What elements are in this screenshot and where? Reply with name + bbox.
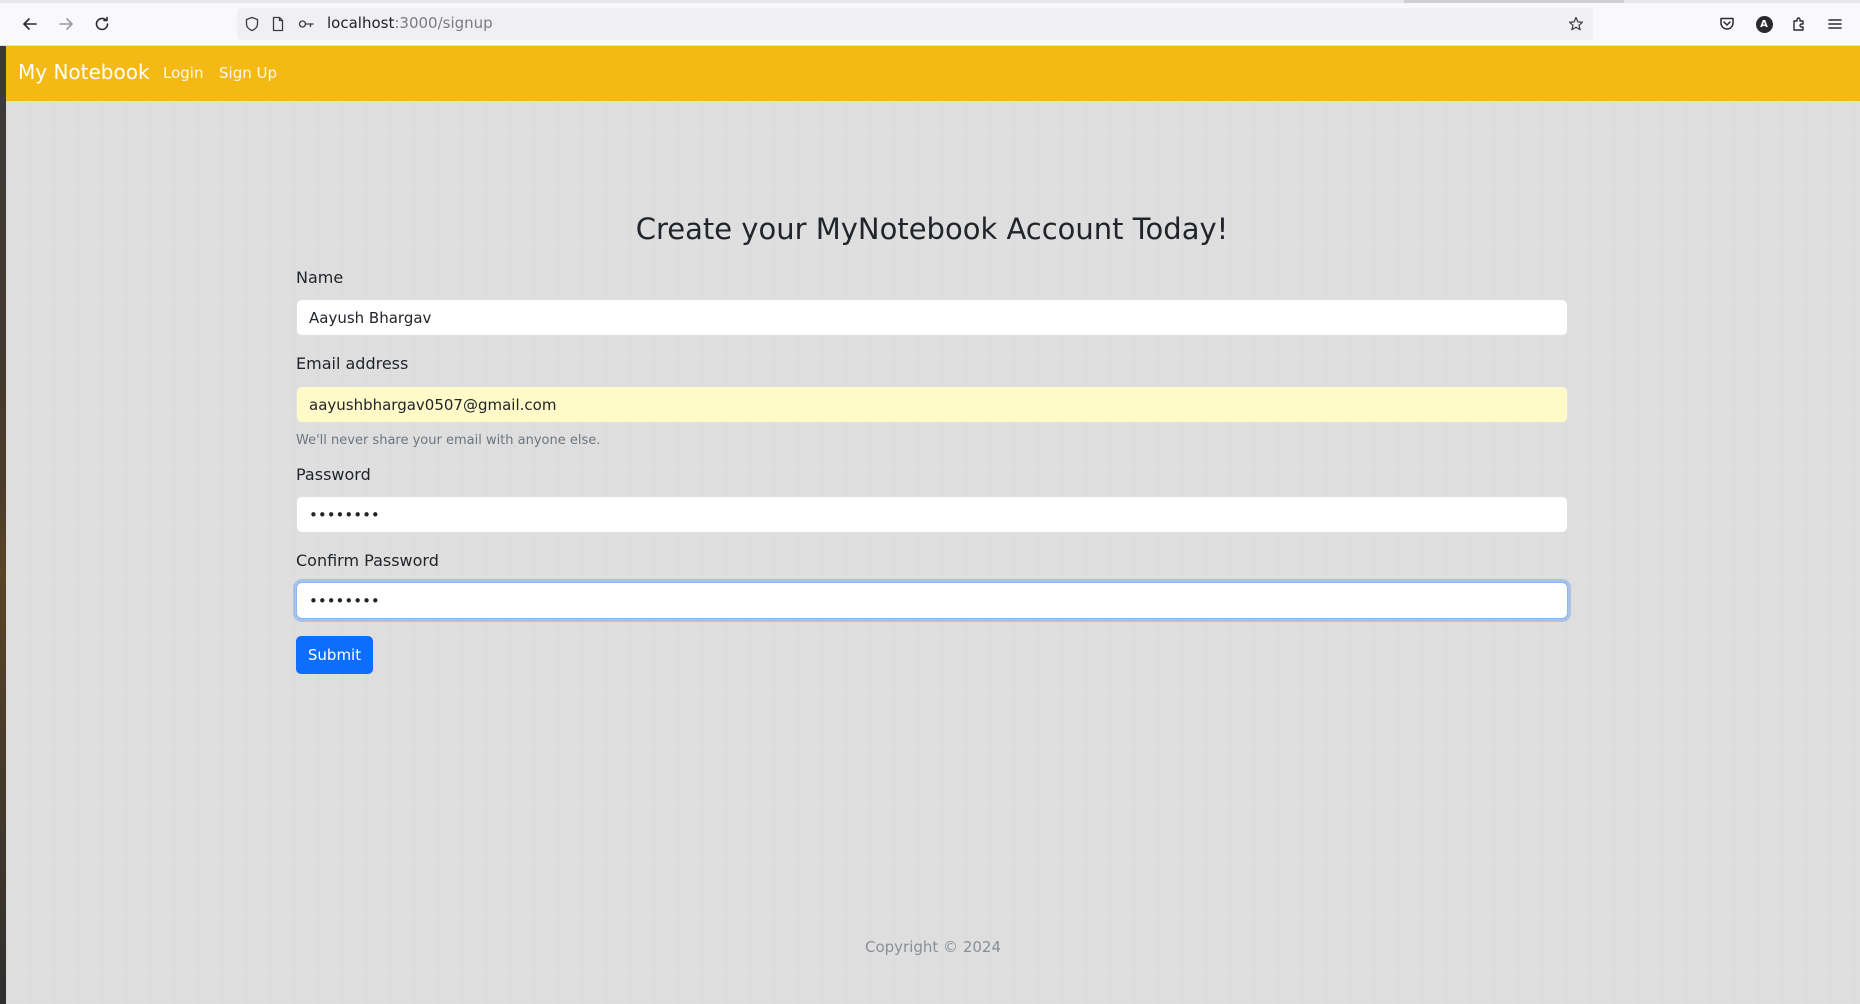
brand-link[interactable]: My Notebook <box>18 60 150 84</box>
extensions-button[interactable] <box>1786 11 1812 37</box>
key-icon[interactable] <box>297 15 315 33</box>
hamburger-menu-icon <box>1828 19 1842 29</box>
submit-button[interactable]: Submit <box>296 636 373 674</box>
tab-strip <box>0 0 1860 3</box>
account-icon: A <box>1755 15 1773 33</box>
footer-copyright: Copyright © 2024 <box>864 938 1001 956</box>
account-button[interactable]: A <box>1751 11 1777 37</box>
arrow-right-icon <box>59 18 73 30</box>
pocket-button[interactable] <box>1714 11 1740 37</box>
url-bar[interactable]: localhost:3000/signup <box>237 8 1593 40</box>
back-button[interactable] <box>15 9 45 39</box>
page-icon[interactable] <box>269 15 287 33</box>
forward-button[interactable] <box>51 9 81 39</box>
confirm-password-label: Confirm Password <box>296 551 439 570</box>
browser-toolbar: localhost:3000/signup A <box>0 0 1860 46</box>
url-path: :3000/signup <box>394 14 493 32</box>
puzzle-icon <box>1793 17 1804 31</box>
shield-icon[interactable] <box>243 15 261 33</box>
menu-button[interactable] <box>1822 11 1848 37</box>
email-input[interactable] <box>296 386 1568 423</box>
nav-link-signup[interactable]: Sign Up <box>219 64 277 82</box>
url-text[interactable]: localhost:3000/signup <box>327 14 493 32</box>
email-label: Email address <box>296 354 409 373</box>
url-host: localhost <box>327 14 395 32</box>
name-input[interactable] <box>296 299 1568 336</box>
arrow-left-icon <box>23 18 37 30</box>
email-help-text: We'll never share your email with anyone… <box>296 433 601 448</box>
reload-button[interactable] <box>87 9 117 39</box>
page-viewport: My Notebook Login Sign Up Create your My… <box>6 46 1860 1004</box>
star-icon[interactable] <box>1567 15 1585 33</box>
navbar: My Notebook Login Sign Up <box>6 46 1860 101</box>
pocket-icon <box>1720 17 1734 30</box>
name-label: Name <box>296 268 344 287</box>
reload-icon <box>95 16 109 31</box>
password-label: Password <box>296 465 371 484</box>
confirm-password-input[interactable] <box>296 582 1568 619</box>
tab-sliver[interactable] <box>1404 0 1624 3</box>
page-title: Create your MyNotebook Account Today! <box>635 212 1229 246</box>
nav-link-login[interactable]: Login <box>163 64 203 82</box>
password-input[interactable] <box>296 496 1568 533</box>
